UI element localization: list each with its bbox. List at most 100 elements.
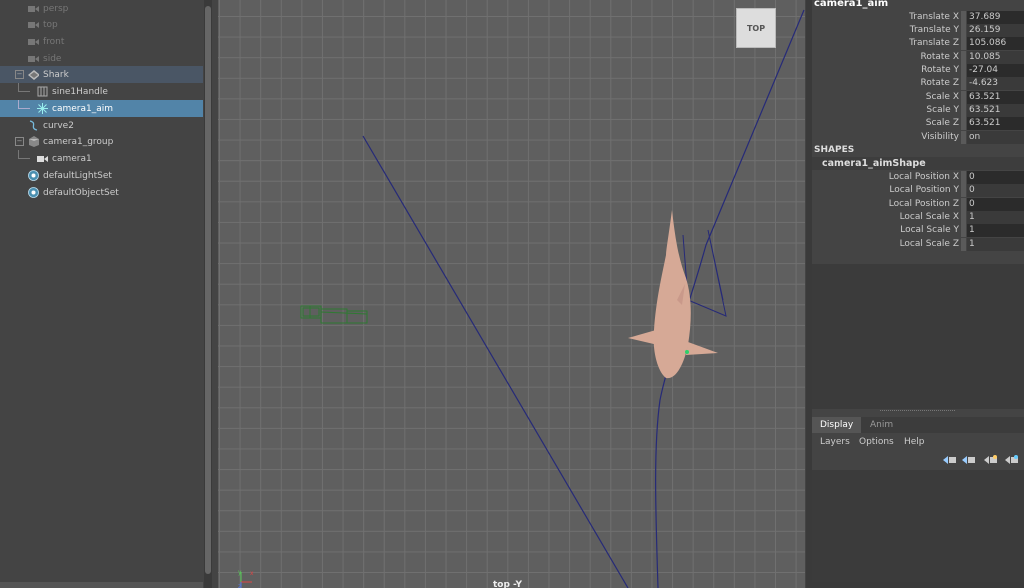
shapes-heading: SHAPES <box>814 145 855 155</box>
viewport-top[interactable]: TOP y x z top -Y <box>218 0 805 588</box>
scene-drawing <box>300 9 805 588</box>
attr-translate-y[interactable]: Translate Y 26.159 <box>812 24 1024 37</box>
attr-value-field[interactable]: on <box>967 131 1024 144</box>
attr-rotate-x[interactable]: Rotate X 10.085 <box>812 51 1024 64</box>
node-title: camera1_aim <box>814 0 889 9</box>
outliner-item-camera1-group[interactable]: − camera1_group <box>0 133 203 150</box>
tab-display[interactable]: Display <box>812 417 862 433</box>
attr-label: Translate Z <box>909 38 959 48</box>
view-cube-label: TOP <box>746 23 766 33</box>
outliner-item-label: defaultObjectSet <box>43 187 119 198</box>
attr-value-field[interactable]: 105.086 <box>967 37 1024 50</box>
attr-value-field[interactable]: 63.521 <box>967 117 1024 130</box>
camera-icon <box>37 153 48 164</box>
attr-rotate-y[interactable]: Rotate Y -27.04 <box>812 64 1024 77</box>
outliner-item-label: curve2 <box>43 120 74 131</box>
group-icon <box>28 136 39 147</box>
move-layer-up-icon[interactable] <box>943 455 957 465</box>
outliner-item-top[interactable]: top <box>0 16 203 33</box>
attr-value-field[interactable]: -4.623 <box>967 77 1024 90</box>
attr-label: Local Scale X <box>899 212 959 222</box>
attr-value-field[interactable]: 63.521 <box>967 104 1024 117</box>
camera-wireframe <box>300 305 368 324</box>
attr-value-field[interactable]: 37.689 <box>967 11 1024 24</box>
attr-label: Rotate Z <box>920 78 960 88</box>
outliner-item-curve2[interactable]: curve2 <box>0 117 203 134</box>
camera-icon <box>28 3 39 14</box>
attr-value-field[interactable]: -27.04 <box>967 64 1024 77</box>
axis-indicator-icon: y x z <box>238 569 254 588</box>
outliner-item-label: top <box>43 19 58 30</box>
layer-editor-tabs: Display Anim <box>812 417 1024 433</box>
outliner-item-label: camera1 <box>52 153 92 164</box>
attr-scale-z[interactable]: Scale Z 63.521 <box>812 117 1024 130</box>
channel-box-empty-area <box>812 264 1024 409</box>
attr-label: Local Position Z <box>888 199 959 209</box>
layer-editor-buttons <box>812 452 1024 468</box>
outliner-scroll-thumb[interactable] <box>205 6 211 574</box>
attr-local-scale-x[interactable]: Local Scale X 1 <box>812 211 1024 224</box>
outliner-item-defaultobjectset[interactable]: defaultObjectSet <box>0 184 203 201</box>
outliner-item-persp[interactable]: persp <box>0 0 203 17</box>
attr-value-field[interactable]: 63.521 <box>967 91 1024 104</box>
outliner-item-label: defaultLightSet <box>43 170 112 181</box>
attr-local-scale-y[interactable]: Local Scale Y 1 <box>812 224 1024 237</box>
attr-label: Scale Z <box>925 118 959 128</box>
view-cube[interactable]: TOP <box>736 8 776 48</box>
tab-anim[interactable]: Anim <box>862 417 901 433</box>
attr-label: Rotate Y <box>921 65 959 75</box>
menu-layers[interactable]: Layers <box>820 437 850 447</box>
attr-scale-x[interactable]: Scale X 63.521 <box>812 91 1024 104</box>
attr-label: Rotate X <box>920 52 960 62</box>
axis-x-label: x <box>250 570 254 577</box>
outliner-item-label: camera1_aim <box>52 103 113 114</box>
layer-list-scrollbar[interactable] <box>812 582 1024 588</box>
curve-icon <box>28 120 39 131</box>
camera-icon <box>28 19 39 30</box>
outliner-item-defaultlightset[interactable]: defaultLightSet <box>0 167 203 184</box>
attr-visibility[interactable]: Visibility on <box>812 131 1024 144</box>
mesh-icon <box>28 69 39 80</box>
outliner-horizontal-scrollbar[interactable] <box>0 582 203 588</box>
layer-list[interactable] <box>812 470 1024 588</box>
aim-locator-icon <box>37 103 48 114</box>
attr-local-position-z[interactable]: Local Position Z 0 <box>812 198 1024 211</box>
menu-help[interactable]: Help <box>904 437 925 447</box>
outliner-item-side[interactable]: side <box>0 50 203 67</box>
create-layer-from-selection-icon[interactable] <box>1005 455 1019 465</box>
set-icon <box>28 170 39 181</box>
attr-local-position-y[interactable]: Local Position Y 0 <box>812 184 1024 197</box>
attr-value-field[interactable]: 1 <box>967 224 1024 237</box>
shape-node-name[interactable]: camera1_aimShape <box>812 157 1024 170</box>
attr-translate-x[interactable]: Translate X 37.689 <box>812 11 1024 24</box>
outliner-item-label: camera1_group <box>43 136 114 147</box>
panel-splitter-handle[interactable] <box>880 410 955 413</box>
layer-editor-menu: Layers Options Help <box>812 434 1024 450</box>
move-layer-down-icon[interactable] <box>962 455 976 465</box>
attr-label: Translate X <box>909 12 959 22</box>
attr-rotate-z[interactable]: Rotate Z -4.623 <box>812 77 1024 90</box>
camera-icon <box>28 36 39 47</box>
collapse-toggle[interactable]: − <box>15 137 24 146</box>
create-empty-layer-icon[interactable] <box>984 455 998 465</box>
attr-value-field[interactable]: 26.159 <box>967 24 1024 37</box>
attr-value-field[interactable]: 1 <box>967 211 1024 224</box>
attr-scale-y[interactable]: Scale Y 63.521 <box>812 104 1024 117</box>
attr-translate-z[interactable]: Translate Z 105.086 <box>812 37 1024 50</box>
attr-local-position-x[interactable]: Local Position X 0 <box>812 171 1024 184</box>
attr-value-field[interactable]: 0 <box>967 184 1024 197</box>
menu-options[interactable]: Options <box>859 437 894 447</box>
attr-value-field[interactable]: 0 <box>967 171 1024 184</box>
attr-value-field[interactable]: 0 <box>967 198 1024 211</box>
outliner-item-label: Shark <box>43 69 69 80</box>
outliner-item-front[interactable]: front <box>0 33 203 50</box>
collapse-toggle[interactable]: − <box>15 70 24 79</box>
attr-value-field[interactable]: 10.085 <box>967 51 1024 64</box>
outliner-item-sine1handle[interactable]: sine1Handle <box>0 83 203 100</box>
attr-value-field[interactable]: 1 <box>967 238 1024 251</box>
attr-label: Visibility <box>921 132 959 142</box>
outliner-item-shark[interactable]: − Shark <box>0 66 203 83</box>
attr-local-scale-z[interactable]: Local Scale Z 1 <box>812 238 1024 251</box>
outliner-item-camera1[interactable]: camera1 <box>0 150 203 167</box>
outliner-item-camera1-aim[interactable]: camera1_aim <box>0 100 203 117</box>
